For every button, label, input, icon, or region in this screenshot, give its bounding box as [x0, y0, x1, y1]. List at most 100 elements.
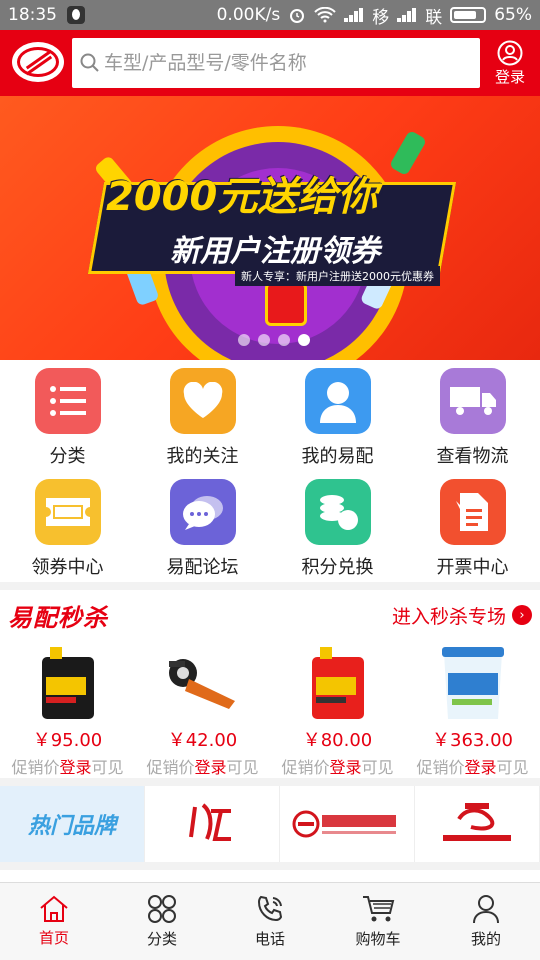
hot-brands-title: 热门品牌: [0, 786, 145, 862]
carousel-dot[interactable]: [298, 334, 310, 346]
shortcut-follow[interactable]: 我的关注: [135, 360, 270, 471]
product-card[interactable]: ￥95.00 促销价登录可见: [0, 640, 135, 778]
carousel-dot[interactable]: [238, 334, 250, 346]
status-bar: 18:35 0.00K/s 移 联 65%: [0, 0, 540, 30]
chevron-right-icon: ›: [512, 605, 532, 625]
login-link[interactable]: 登录: [194, 758, 226, 777]
heart-icon: [169, 368, 236, 434]
chat-icon: [169, 479, 236, 545]
list-icon: [34, 368, 101, 434]
product-card[interactable]: ￥363.00 促销价登录可见: [405, 640, 540, 778]
brand-logo[interactable]: [12, 42, 64, 82]
tab-category[interactable]: 分类: [108, 883, 216, 960]
coins-icon: [304, 479, 371, 545]
brand-logo-weichai[interactable]: [280, 786, 415, 862]
login-link[interactable]: 登录: [59, 758, 91, 777]
product-price: ￥80.00: [302, 730, 373, 751]
product-price: ￥363.00: [432, 730, 513, 751]
carousel-dot[interactable]: [258, 334, 270, 346]
tab-label: 首页: [38, 929, 69, 947]
red-oil-can-image: [293, 640, 383, 726]
shortcut-label: 积分兑换: [301, 557, 374, 578]
login-label: 登录: [494, 67, 525, 86]
flash-sale-more-link[interactable]: 进入秒杀专场 ›: [392, 602, 532, 629]
ticket-icon: [34, 479, 101, 545]
flash-sale-more-label: 进入秒杀专场: [391, 605, 506, 628]
user-circle-icon: [497, 40, 523, 65]
carrier-1: 移: [372, 7, 390, 28]
invoice-icon: [439, 479, 506, 545]
flash-sale-title: 易配秒杀: [8, 603, 108, 632]
brand-logo-famous[interactable]: [415, 786, 540, 862]
phone-icon: [257, 895, 283, 922]
search-input[interactable]: [104, 52, 474, 74]
status-time: 18:35: [8, 5, 57, 25]
oil-can-image: [265, 282, 307, 326]
signal-icon: [344, 8, 364, 22]
login-link[interactable]: 登录: [329, 758, 361, 777]
shortcut-logistics[interactable]: 查看物流: [405, 360, 540, 471]
tab-label: 购物车: [355, 930, 401, 948]
shortcut-label: 领券中心: [31, 557, 104, 578]
search-icon: [80, 53, 99, 72]
blue-bucket-image: [428, 640, 518, 726]
flash-sale-section: 易配秒杀 进入秒杀专场 › ￥95.00 促销价登录可见 ￥42.00 促销价登…: [0, 590, 540, 778]
shortcut-my-yipei[interactable]: 我的易配: [270, 360, 405, 471]
promo-banner[interactable]: 2000元送给你 新用户注册领券 新人专享：新用户注册送2000元优惠券: [0, 96, 540, 360]
product-note: 促销价登录可见: [11, 758, 124, 777]
banner-subheadline: 新用户注册领券: [170, 234, 380, 269]
app-header: 登录: [0, 30, 540, 96]
tab-label: 分类: [146, 930, 177, 948]
shortcut-forum[interactable]: 易配论坛: [135, 471, 270, 582]
shortcut-label: 我的关注: [166, 446, 239, 467]
carrier-2: 联: [425, 7, 443, 28]
alarm-icon: [290, 9, 305, 23]
shortcut-label: 查看物流: [436, 446, 509, 467]
shortcut-label: 分类: [49, 446, 86, 467]
home-icon: [40, 895, 68, 922]
user-icon: [473, 895, 499, 924]
shortcut-label: 开票中心: [436, 557, 509, 578]
brand-logo-calligraphy[interactable]: [145, 786, 280, 862]
product-note: 促销价登录可见: [416, 758, 529, 777]
qq-icon: [67, 6, 85, 24]
product-card[interactable]: ￥80.00 促销价登录可见: [270, 640, 405, 778]
search-bar[interactable]: [72, 38, 480, 88]
login-button[interactable]: 登录: [480, 30, 540, 96]
battery-icon: [450, 7, 487, 23]
cart-icon: [363, 896, 395, 922]
banner-note: 新人专享：新用户注册送2000元优惠券: [235, 266, 440, 286]
login-link[interactable]: 登录: [464, 758, 496, 777]
signal-icon-2: [397, 8, 417, 22]
wifi-icon: [314, 7, 336, 23]
product-price: ￥95.00: [32, 730, 103, 751]
tab-label: 电话: [254, 930, 285, 948]
net-speed: 0.00K/s: [216, 5, 281, 25]
bottom-tab-bar: 首页 分类 电话 购物车 我的: [0, 882, 540, 960]
carousel-dots: [238, 334, 310, 346]
product-card[interactable]: ￥42.00 促销价登录可见: [135, 640, 270, 778]
truck-icon: [439, 368, 506, 434]
tab-home[interactable]: 首页: [0, 883, 108, 960]
tab-label: 我的: [470, 930, 501, 948]
tab-cart[interactable]: 购物车: [324, 883, 432, 960]
tab-phone[interactable]: 电话: [216, 883, 324, 960]
carousel-dot[interactable]: [278, 334, 290, 346]
product-price: ￥42.00: [167, 730, 238, 751]
shortcut-grid: 分类 我的关注 我的易配 查看物流 领券中心 易配论坛 积分兑换 开票中心: [0, 360, 540, 582]
shortcut-coupons[interactable]: 领券中心: [0, 471, 135, 582]
banner-headline: 2000元送给你: [106, 174, 378, 220]
shortcut-points[interactable]: 积分兑换: [270, 471, 405, 582]
grid-icon: [148, 895, 176, 923]
shortcut-invoice[interactable]: 开票中心: [405, 471, 540, 582]
tab-mine[interactable]: 我的: [432, 883, 540, 960]
shortcut-category[interactable]: 分类: [0, 360, 135, 471]
shortcut-label: 易配论坛: [166, 557, 239, 578]
shortcut-label: 我的易配: [301, 446, 374, 467]
battery-percent: 65%: [494, 5, 532, 25]
product-note: 促销价登录可见: [281, 758, 394, 777]
person-icon: [304, 368, 371, 434]
black-oil-can-image: [23, 640, 113, 726]
product-note: 促销价登录可见: [146, 758, 259, 777]
brake-adjuster-image: [158, 640, 248, 726]
